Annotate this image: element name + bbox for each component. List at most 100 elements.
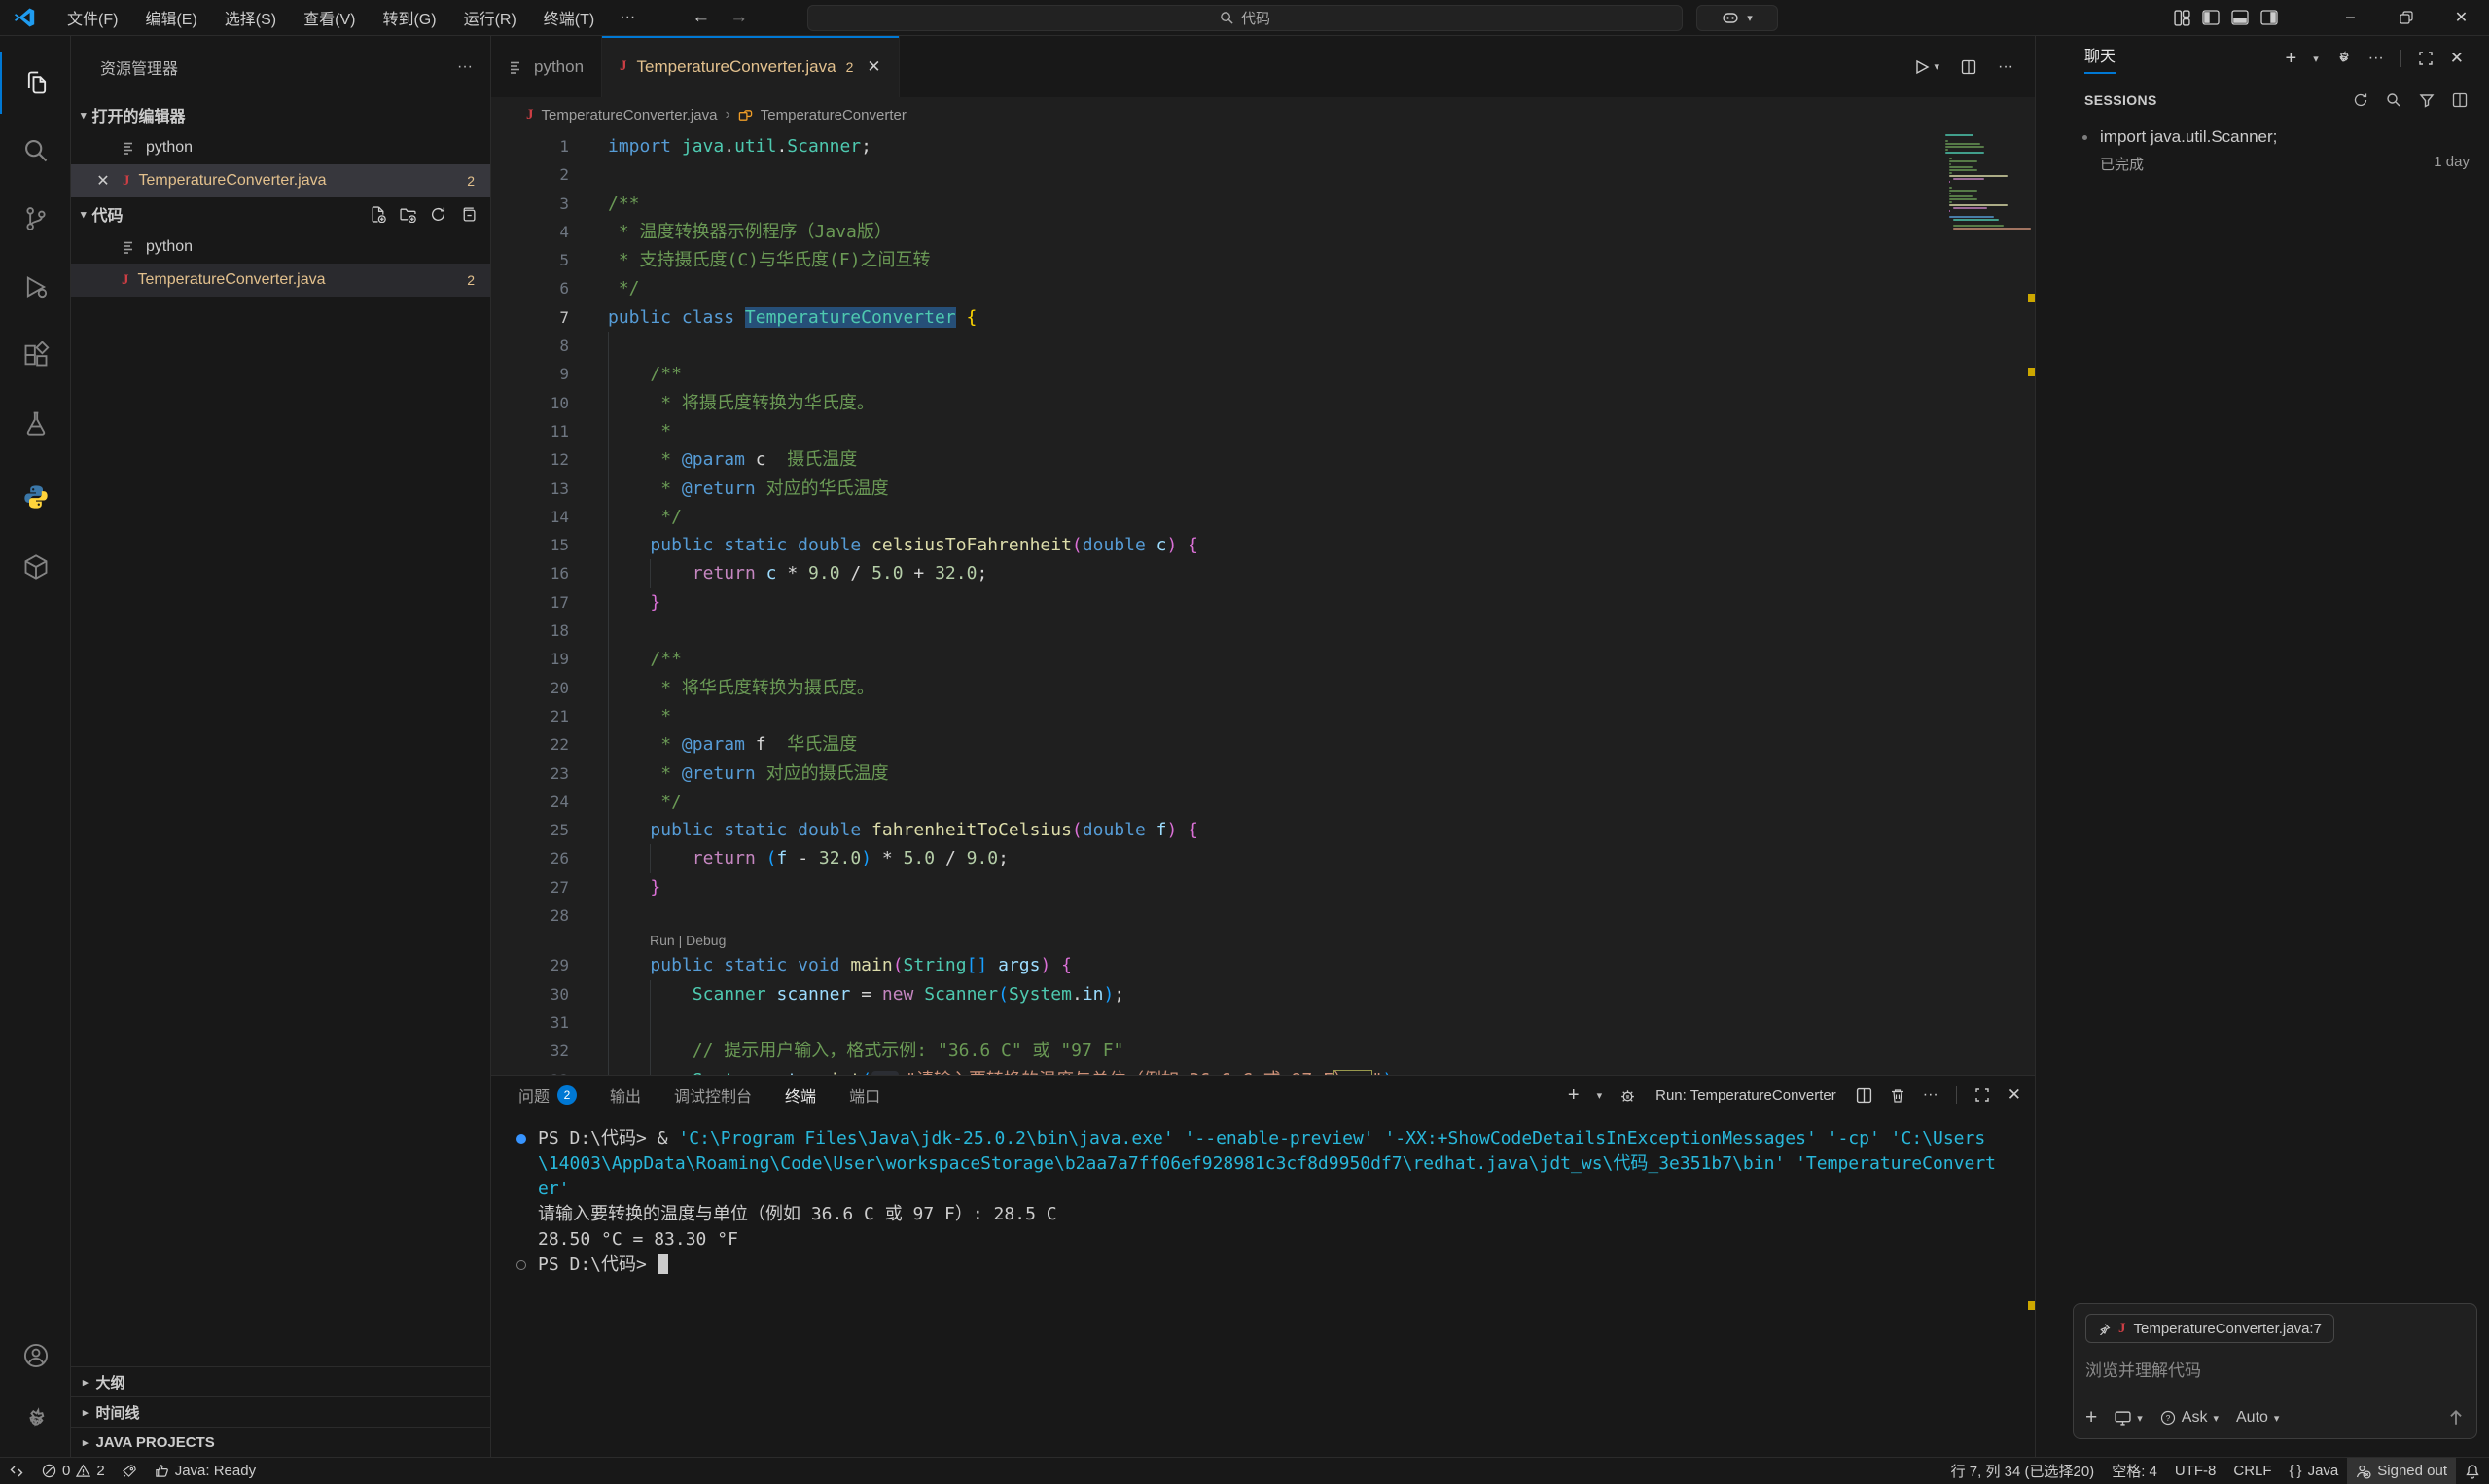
new-terminal-icon[interactable]: + [1568, 1084, 1580, 1107]
chat-input-placeholder[interactable]: 浏览并理解代码 [2085, 1357, 2465, 1381]
tab-python[interactable]: python [491, 36, 602, 97]
notifications-bell-icon[interactable] [2456, 1458, 2489, 1484]
search-sessions-icon[interactable] [2386, 92, 2401, 108]
rocket-status-icon[interactable] [114, 1458, 146, 1484]
nav-back-button[interactable]: ← [692, 7, 710, 28]
chat-model-picker[interactable]: Auto ▾ [2236, 1409, 2279, 1427]
menu-view[interactable]: 查看(V) [290, 2, 369, 33]
open-editor-item-python[interactable]: python [71, 131, 490, 164]
folder-section-header[interactable]: ▾ 代码 [71, 197, 490, 230]
menu-file[interactable]: 文件(F) [53, 2, 131, 33]
menu-terminal[interactable]: 终端(T) [530, 2, 608, 33]
close-chat-icon[interactable]: ✕ [2450, 49, 2464, 68]
timeline-section[interactable]: ▸时间线 [71, 1396, 491, 1427]
settings-gear-icon[interactable] [0, 1390, 71, 1452]
new-chat-icon[interactable]: + [2286, 48, 2297, 70]
remote-window-button[interactable] [0, 1458, 33, 1484]
copilot-button[interactable]: ▾ [1696, 5, 1778, 31]
menu-edit[interactable]: 编辑(E) [131, 2, 210, 33]
chat-context-pill[interactable]: J TemperatureConverter.java:7 [2085, 1314, 2334, 1343]
refresh-explorer-icon[interactable] [430, 206, 446, 223]
code-editor[interactable]: 1import java.util.Scanner;23/**4 * 温度转换器… [491, 132, 2035, 1075]
close-panel-icon[interactable]: ✕ [2008, 1085, 2021, 1105]
run-debug-icon[interactable] [0, 256, 71, 318]
toggle-panel-icon[interactable] [2225, 0, 2255, 35]
close-tab-icon[interactable]: ✕ [867, 57, 880, 77]
terminal[interactable]: PS D:\代码> & 'C:\Program Files\Java\jdk-2… [491, 1126, 2035, 1458]
tab-temperatureconverter[interactable]: J TemperatureConverter.java 2 ✕ [602, 36, 900, 97]
extensions-icon[interactable] [0, 324, 71, 386]
chat-surface-picker[interactable]: ▾ [2115, 1411, 2143, 1426]
split-editor-icon[interactable] [1961, 59, 1976, 75]
panel-tab-terminal[interactable]: 终端 [785, 1083, 816, 1107]
menu-run[interactable]: 运行(R) [450, 2, 530, 33]
filter-sessions-icon[interactable] [2419, 92, 2435, 108]
panel-more-actions-icon[interactable]: ··· [1923, 1086, 1938, 1104]
run-java-button[interactable]: ▾ [1914, 59, 1939, 75]
nav-forward-button[interactable]: → [729, 7, 748, 28]
java-file-icon: J [122, 272, 129, 289]
codelens-run-debug[interactable]: Run | Debug [491, 930, 2035, 951]
terminal-profile-chevron-icon[interactable]: ▾ [1597, 1089, 1603, 1102]
split-terminal-icon[interactable] [1856, 1087, 1872, 1104]
encoding[interactable]: UTF-8 [2166, 1458, 2225, 1484]
minimize-button[interactable]: – [2323, 0, 2378, 35]
new-file-icon[interactable] [370, 206, 386, 223]
tree-item-temperatureconverter[interactable]: J TemperatureConverter.java 2 [71, 264, 490, 297]
chat-session-item[interactable]: import java.util.Scanner; 已完成 1 day [2036, 120, 2489, 182]
kill-terminal-icon[interactable] [1890, 1087, 1905, 1104]
java-projects-section[interactable]: ▸JAVA PROJECTS [71, 1427, 491, 1457]
indentation[interactable]: 空格: 4 [2103, 1458, 2166, 1484]
collapse-folders-icon[interactable] [460, 206, 477, 223]
explorer-more-actions-icon[interactable]: ··· [457, 58, 473, 76]
split-sessions-icon[interactable] [2452, 92, 2468, 108]
refresh-sessions-icon[interactable] [2353, 92, 2368, 108]
panel-tab-output[interactable]: 输出 [610, 1083, 641, 1107]
terminal-instance-label[interactable]: Run: TemperatureConverter [1655, 1087, 1836, 1104]
command-center-search[interactable]: 代码 [807, 5, 1683, 31]
restore-button[interactable] [2378, 0, 2434, 35]
panel-tab-problems[interactable]: 问题 2 [518, 1083, 577, 1107]
attach-context-icon[interactable]: + [2085, 1406, 2097, 1430]
chat-title-tab[interactable]: 聊天 [2084, 43, 2116, 74]
breadcrumb[interactable]: J TemperatureConverter.java › Temperatur… [491, 97, 2035, 132]
customize-layout-icon[interactable] [2167, 0, 2196, 35]
signed-out-status[interactable]: Signed out [2347, 1458, 2456, 1484]
java-status[interactable]: Java: Ready [146, 1458, 265, 1484]
explorer-icon[interactable] [0, 52, 71, 114]
close-editor-icon[interactable]: ✕ [92, 171, 114, 191]
send-chat-icon[interactable] [2447, 1409, 2465, 1427]
eol-sequence[interactable]: CRLF [2224, 1458, 2280, 1484]
toggle-secondary-sidebar-icon[interactable] [2255, 0, 2284, 35]
chat-input-box[interactable]: J TemperatureConverter.java:7 浏览并理解代码 + … [2073, 1303, 2477, 1439]
panel-tab-debug-console[interactable]: 调试控制台 [674, 1083, 752, 1107]
open-editor-item-temperatureconverter[interactable]: ✕ J TemperatureConverter.java 2 [71, 164, 490, 197]
panel-tab-ports[interactable]: 端口 [849, 1083, 880, 1107]
maximize-chat-icon[interactable] [2418, 51, 2434, 66]
maximize-panel-icon[interactable] [1974, 1087, 1990, 1103]
problems-status[interactable]: 0 2 [33, 1458, 114, 1484]
chat-settings-gear-icon[interactable] [2335, 51, 2352, 67]
chat-mode-ask[interactable]: ? Ask ▾ [2160, 1409, 2219, 1427]
search-icon[interactable] [0, 120, 71, 182]
source-control-icon[interactable] [0, 188, 71, 250]
python-extension-icon[interactable] [0, 466, 71, 528]
outline-section[interactable]: ▸大纲 [71, 1366, 491, 1396]
menu-selection[interactable]: 选择(S) [211, 2, 290, 33]
menu-goto[interactable]: 转到(G) [369, 2, 449, 33]
chat-more-actions-icon[interactable]: ··· [2368, 50, 2384, 67]
tree-item-python[interactable]: python [71, 230, 490, 264]
close-window-button[interactable]: ✕ [2434, 0, 2489, 35]
testing-icon[interactable] [0, 392, 71, 454]
chevron-down-icon[interactable]: ▾ [2313, 53, 2319, 65]
toggle-primary-sidebar-icon[interactable] [2196, 0, 2225, 35]
editor-more-actions-icon[interactable]: ··· [1998, 58, 2013, 76]
accounts-icon[interactable] [0, 1325, 71, 1387]
menu-more-button[interactable]: ··· [608, 5, 647, 30]
new-folder-icon[interactable] [400, 206, 416, 223]
open-editors-section-header[interactable]: ▾ 打开的编辑器 [71, 98, 490, 131]
container-tools-icon[interactable] [0, 536, 71, 598]
sessions-header: SESSIONS [2084, 92, 2157, 108]
language-mode[interactable]: { } Java [2281, 1458, 2348, 1484]
cursor-position[interactable]: 行 7, 列 34 (已选择20) [1942, 1458, 2104, 1484]
